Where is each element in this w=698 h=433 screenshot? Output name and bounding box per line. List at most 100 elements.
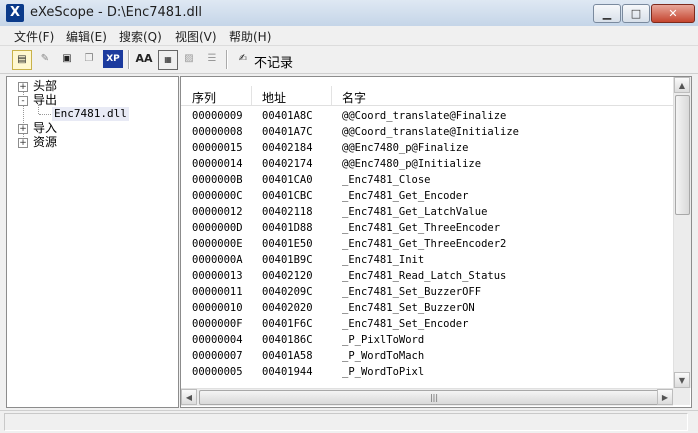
horizontal-scroll-thumb[interactable]: ||| xyxy=(199,390,669,405)
table-row[interactable]: 0000000B 00401CA0 _Enc7481_Close xyxy=(181,172,673,188)
toolbar-separator xyxy=(226,50,228,69)
table-row[interactable]: 00000012 00402118 _Enc7481_Get_LatchValue xyxy=(181,204,673,220)
tree-item-header[interactable]: 头部 xyxy=(33,79,57,93)
tree-item-export[interactable]: 导出 xyxy=(33,93,57,107)
function-name-cell: _Enc7481_Init xyxy=(342,254,425,266)
no-record-icon[interactable]: ✍ xyxy=(234,50,252,68)
function-name-cell: _Enc7481_Set_BuzzerOFF xyxy=(342,286,482,298)
table-row[interactable]: 00000007 00401A58 _P_WordToMach xyxy=(181,348,673,364)
scroll-left-icon[interactable]: ◀ xyxy=(181,389,197,405)
image-icon[interactable]: ▨ xyxy=(180,50,198,68)
minimize-button[interactable]: ▁ xyxy=(593,4,621,23)
tree-item-import[interactable]: 导入 xyxy=(33,121,57,135)
function-name-cell: @@Enc7480_p@Finalize xyxy=(342,142,469,154)
ordinal-cell: 00000009 xyxy=(192,110,243,122)
table-row[interactable]: 0000000A 00401B9C _Enc7481_Init xyxy=(181,252,673,268)
function-name-cell: _Enc7481_Set_BuzzerON xyxy=(342,302,475,314)
list-header: 序列 地址 名字 xyxy=(181,86,673,106)
column-divider[interactable] xyxy=(251,86,252,105)
menu-view[interactable]: 视图(V) xyxy=(175,28,217,45)
scroll-up-icon[interactable]: ▲ xyxy=(674,77,690,93)
horizontal-scrollbar[interactable]: ◀ ||| ▶ xyxy=(181,388,673,406)
table-row[interactable]: 00000004 0040186C _P_PixlToWord xyxy=(181,332,673,348)
toolbar-separator xyxy=(128,50,130,69)
ordinal-cell: 00000013 xyxy=(192,270,243,282)
table-row[interactable]: 0000000F 00401F6C _Enc7481_Set_Encoder xyxy=(181,316,673,332)
edit-icon[interactable]: ✎ xyxy=(36,50,54,68)
ordinal-cell: 0000000C xyxy=(192,190,243,202)
expand-toggle-header[interactable]: + xyxy=(18,82,28,92)
function-name-cell: _Enc7481_Get_LatchValue xyxy=(342,206,488,218)
maximize-button[interactable]: □ xyxy=(622,4,650,23)
ordinal-cell: 0000000F xyxy=(192,318,243,330)
ordinal-cell: 00000004 xyxy=(192,334,243,346)
scroll-down-icon[interactable]: ▼ xyxy=(674,372,690,388)
address-cell: 00401F6C xyxy=(262,318,313,330)
column-header-name[interactable]: 名字 xyxy=(342,89,366,106)
table-row[interactable]: 0000000D 00401D88 _Enc7481_Get_ThreeEncode… xyxy=(181,220,673,236)
address-cell: 00402120 xyxy=(262,270,313,282)
export-rows: 00000009 00401A8C @@Coord_translate@Finali… xyxy=(181,108,673,386)
ordinal-cell: 00000011 xyxy=(192,286,243,298)
xp-icon[interactable]: XP xyxy=(103,50,123,68)
vertical-scroll-thumb[interactable] xyxy=(675,95,690,215)
table-row[interactable]: 00000015 00402184 @@Enc7480_p@Finalize xyxy=(181,140,673,156)
table-row[interactable]: 0000000C 00401CBC _Enc7481_Get_Encoder xyxy=(181,188,673,204)
ordinal-cell: 0000000E xyxy=(192,238,243,250)
menu-bar: 文件(F) 编辑(E) 搜索(Q) 视图(V) 帮助(H) xyxy=(0,26,698,46)
function-name-cell: _P_WordToMach xyxy=(342,350,425,362)
save-icon[interactable]: ▣ xyxy=(58,50,76,68)
expand-toggle-export[interactable]: - xyxy=(18,96,28,106)
table-row[interactable]: 00000011 0040209C _Enc7481_Set_BuzzerOFF xyxy=(181,284,673,300)
column-divider[interactable] xyxy=(331,86,332,105)
address-cell: 00401CA0 xyxy=(262,174,313,186)
ordinal-cell: 00000007 xyxy=(192,350,243,362)
function-name-cell: _Enc7481_Get_ThreeEncoder xyxy=(342,222,501,234)
tree-pane[interactable]: + 头部 - 导出 Enc7481.dll + 导入 + 资源 xyxy=(6,76,179,408)
scroll-right-icon[interactable]: ▶ xyxy=(657,389,673,405)
dialog-icon[interactable]: ▦ xyxy=(158,50,178,70)
menu-search[interactable]: 搜索(Q) xyxy=(119,28,162,45)
copy-icon[interactable]: ❐ xyxy=(80,50,98,68)
vertical-scrollbar[interactable]: ▲ ▼ xyxy=(673,77,691,388)
menu-edit[interactable]: 编辑(E) xyxy=(66,28,107,45)
address-cell: 00402118 xyxy=(262,206,313,218)
tree-item-resource[interactable]: 资源 xyxy=(33,135,57,149)
address-cell: 00402184 xyxy=(262,142,313,154)
ordinal-cell: 00000005 xyxy=(192,366,243,378)
table-row[interactable]: 00000009 00401A8C @@Coord_translate@Finali… xyxy=(181,108,673,124)
table-row[interactable]: 00000005 00401944 _P_WordToPixl xyxy=(181,364,673,380)
status-bar xyxy=(0,410,698,433)
ordinal-cell: 0000000D xyxy=(192,222,243,234)
list-icon[interactable]: ☰ xyxy=(203,50,221,68)
menu-file[interactable]: 文件(F) xyxy=(14,28,54,45)
exescope-app-icon[interactable]: X xyxy=(6,4,24,22)
column-header-address[interactable]: 地址 xyxy=(262,89,286,106)
new-icon[interactable]: ▤ xyxy=(12,50,32,70)
table-row[interactable]: 00000010 00402020 _Enc7481_Set_BuzzerON xyxy=(181,300,673,316)
address-cell: 00402020 xyxy=(262,302,313,314)
address-cell: 00401A8C xyxy=(262,110,313,122)
table-row[interactable]: 00000013 00402120 _Enc7481_Read_Latch_Stat… xyxy=(181,268,673,284)
expand-toggle-import[interactable]: + xyxy=(18,124,28,134)
table-row[interactable]: 00000008 00401A7C @@Coord_translate@Initia… xyxy=(181,124,673,140)
menu-help[interactable]: 帮助(H) xyxy=(229,28,271,45)
address-cell: 00401CBC xyxy=(262,190,313,202)
address-cell: 00401B9C xyxy=(262,254,313,266)
table-row[interactable]: 0000000E 00401E50 _Enc7481_Get_ThreeEncode… xyxy=(181,236,673,252)
ordinal-cell: 0000000B xyxy=(192,174,243,186)
ordinal-cell: 00000012 xyxy=(192,206,243,218)
close-button[interactable]: ✕ xyxy=(651,4,695,23)
table-row[interactable]: 00000014 00402174 @@Enc7480_p@Initialize xyxy=(181,156,673,172)
window-title: eXeScope - D:\Enc7481.dll xyxy=(30,5,202,20)
no-record-label[interactable]: 不记录 xyxy=(254,52,293,71)
tree-connector xyxy=(39,114,51,115)
font-icon[interactable]: AA xyxy=(135,50,153,68)
expand-toggle-resource[interactable]: + xyxy=(18,138,28,148)
scrollbar-corner xyxy=(673,388,690,405)
address-cell: 0040209C xyxy=(262,286,313,298)
column-header-ordinal[interactable]: 序列 xyxy=(192,89,216,106)
function-name-cell: @@Enc7480_p@Initialize xyxy=(342,158,482,170)
tree-item-enc7481-dll[interactable]: Enc7481.dll xyxy=(52,107,129,121)
ordinal-cell: 00000015 xyxy=(192,142,243,154)
